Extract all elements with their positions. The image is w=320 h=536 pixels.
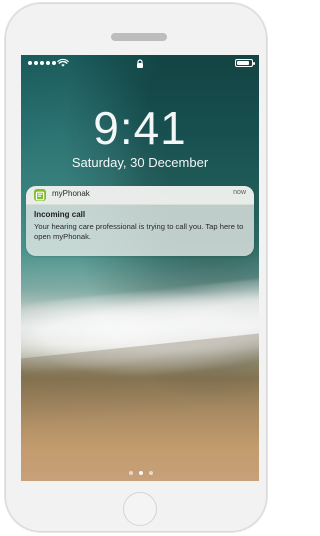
notification-timestamp: now: [233, 189, 246, 196]
battery-icon: [235, 59, 255, 67]
page-dot-active: [139, 471, 143, 475]
battery-fill: [237, 61, 249, 65]
page-dot: [129, 471, 133, 475]
notification-body: Your hearing care professional is trying…: [34, 222, 244, 241]
phone-frame: 9:41 Saturday, 30 December myPhonak now …: [5, 3, 267, 532]
page-indicator: [129, 471, 153, 475]
incoming-call-notification[interactable]: myPhonak now Incoming call Your hearing …: [26, 186, 254, 256]
home-button[interactable]: [123, 492, 157, 526]
clock-time: 9:41: [93, 102, 187, 154]
notification-title: Incoming call: [34, 210, 86, 219]
lock-icon: [137, 59, 143, 68]
notification-header: myPhonak now: [26, 186, 254, 205]
notification-app-name: myPhonak: [52, 189, 90, 198]
page-dot: [149, 471, 153, 475]
signal-dots-icon: [28, 61, 56, 65]
speaker-grille: [111, 33, 167, 41]
clock-date: Saturday, 30 December: [71, 155, 209, 170]
wifi-icon: [57, 58, 69, 67]
status-bar: [21, 55, 259, 73]
lock-screen: 9:41 Saturday, 30 December myPhonak now …: [21, 55, 259, 481]
myphonak-app-icon: [34, 189, 46, 201]
